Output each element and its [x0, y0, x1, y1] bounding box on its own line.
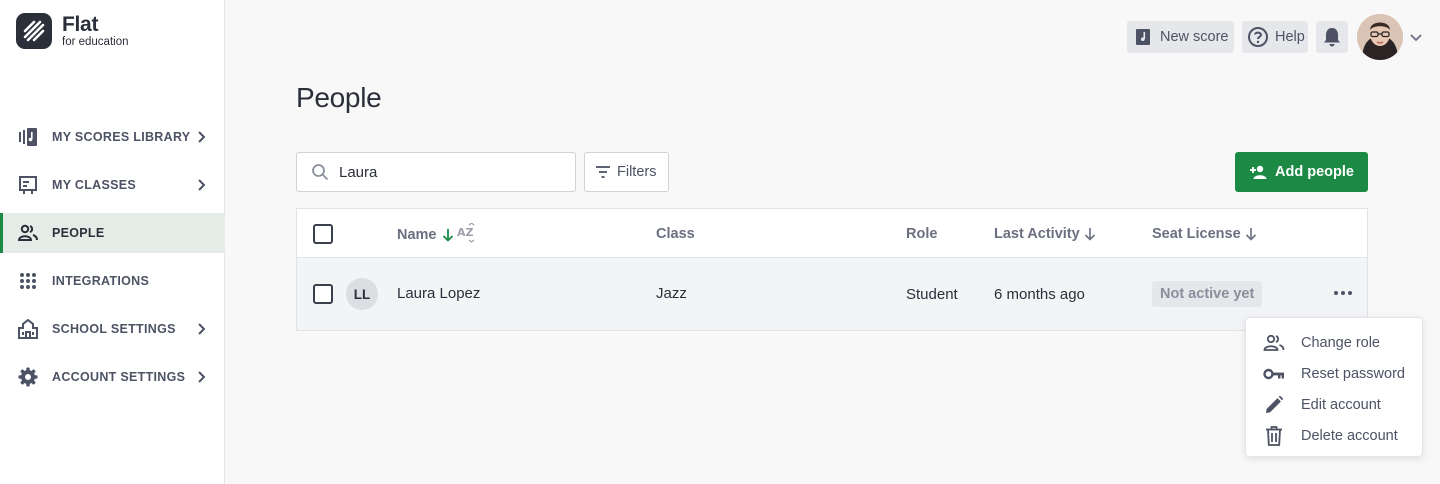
sidebar-item-label: MY CLASSES [52, 178, 137, 192]
grid-icon [18, 271, 38, 291]
brand-subtitle: for education [62, 36, 129, 48]
sort-arrow-down-icon [1245, 228, 1256, 241]
search-input[interactable] [339, 163, 559, 181]
select-all-checkbox[interactable] [313, 224, 333, 244]
add-people-button[interactable]: Add people [1235, 152, 1368, 192]
row-actions-menu: Change role Reset password Edit account [1245, 317, 1423, 457]
page-title: People [296, 82, 382, 113]
column-header-class: Class [656, 226, 695, 242]
search-icon [312, 164, 329, 181]
trash-icon [1263, 425, 1285, 447]
brand-title: Flat [62, 13, 99, 36]
table-row[interactable]: LL Laura Lopez Jazz Student 6 months ago… [297, 258, 1367, 330]
chevron-right-icon [198, 179, 206, 191]
search-field[interactable] [296, 152, 576, 192]
sort-alphabetical-icon[interactable]: AZ [457, 223, 477, 243]
chevron-down-icon[interactable] [1409, 30, 1423, 44]
sidebar-item-label: MY SCORES LIBRARY [52, 130, 191, 144]
gear-icon [18, 367, 38, 387]
people-table: Name AZ Class Role Last Activity Seat Li… [296, 208, 1368, 331]
classes-icon [18, 175, 38, 195]
chevron-right-icon [198, 371, 206, 383]
sidebar-item-my-scores-library[interactable]: MY SCORES LIBRARY [0, 117, 225, 157]
new-score-icon [1136, 29, 1150, 45]
menu-item-label: Edit account [1301, 396, 1381, 413]
user-avatar[interactable] [1357, 14, 1403, 60]
menu-item-label: Change role [1301, 334, 1380, 351]
sidebar-item-school-settings[interactable]: SCHOOL SETTINGS [0, 309, 225, 349]
column-header-label: Name [397, 226, 437, 243]
menu-item-delete-account[interactable]: Delete account [1246, 420, 1422, 451]
sidebar-nav: MY SCORES LIBRARY MY CLASSES PEOPLE INTE… [0, 117, 225, 405]
filter-icon [596, 166, 610, 178]
row-more-button[interactable] [1331, 283, 1355, 303]
menu-item-label: Reset password [1301, 365, 1405, 382]
filters-button[interactable]: Filters [584, 152, 669, 192]
pencil-icon [1263, 394, 1285, 416]
row-checkbox[interactable] [313, 284, 333, 304]
cell-last-activity: 6 months ago [994, 286, 1085, 303]
column-header-label: Seat License [1152, 226, 1241, 242]
sort-arrow-down-icon [1084, 228, 1095, 241]
cell-name[interactable]: Laura Lopez [397, 285, 480, 302]
chevron-right-icon [198, 131, 206, 143]
column-header-role: Role [906, 226, 937, 242]
new-score-label: New score [1160, 29, 1229, 45]
column-header-label: Class [656, 226, 695, 242]
library-icon [18, 127, 38, 147]
sidebar-item-label: INTEGRATIONS [52, 274, 150, 288]
sidebar-item-label: ACCOUNT SETTINGS [52, 370, 186, 384]
help-icon [1248, 27, 1268, 47]
table-header: Name AZ Class Role Last Activity Seat Li… [297, 209, 1367, 258]
add-people-label: Add people [1275, 164, 1354, 180]
flat-logo-icon [16, 13, 52, 49]
help-button[interactable]: Help [1242, 21, 1308, 53]
avatar-photo [1357, 14, 1403, 60]
menu-item-edit-account[interactable]: Edit account [1246, 389, 1422, 420]
sidebar-item-people[interactable]: PEOPLE [0, 213, 225, 253]
column-header-name[interactable]: Name AZ [397, 223, 477, 243]
sidebar-item-label: SCHOOL SETTINGS [52, 322, 176, 336]
people-icon [18, 223, 38, 243]
sort-arrow-down-icon [442, 228, 453, 242]
sidebar-item-integrations[interactable]: INTEGRATIONS [0, 261, 225, 301]
sidebar-item-my-classes[interactable]: MY CLASSES [0, 165, 225, 205]
cell-role: Student [906, 286, 958, 303]
people-icon [1263, 332, 1285, 354]
notifications-button[interactable] [1316, 21, 1348, 53]
svg-text:AZ: AZ [457, 226, 474, 239]
column-header-label: Role [906, 226, 938, 242]
menu-item-change-role[interactable]: Change role [1246, 327, 1422, 358]
column-header-seat-license[interactable]: Seat License [1152, 226, 1257, 242]
menu-item-label: Delete account [1301, 427, 1398, 444]
menu-item-reset-password[interactable]: Reset password [1246, 358, 1422, 389]
filters-label: Filters [617, 164, 657, 180]
bell-icon [1324, 28, 1340, 47]
sidebar-item-account-settings[interactable]: ACCOUNT SETTINGS [0, 357, 225, 397]
brand-logo[interactable]: Flat for education [16, 13, 129, 49]
key-icon [1263, 363, 1285, 385]
column-header-last-activity[interactable]: Last Activity [994, 226, 1096, 242]
user-initials-avatar: LL [346, 278, 378, 310]
help-label: Help [1275, 29, 1305, 45]
column-header-label: Last Activity [994, 226, 1080, 242]
sidebar: Flat for education MY SCORES LIBRARY MY … [0, 0, 225, 484]
cell-class: Jazz [656, 285, 687, 302]
new-score-button[interactable]: New score [1127, 21, 1234, 53]
sidebar-item-label: PEOPLE [52, 226, 105, 240]
add-person-icon [1250, 165, 1267, 179]
more-horizontal-icon [1334, 291, 1352, 295]
chevron-right-icon [198, 323, 206, 335]
seat-license-badge: Not active yet [1152, 281, 1263, 307]
school-icon [18, 319, 38, 339]
